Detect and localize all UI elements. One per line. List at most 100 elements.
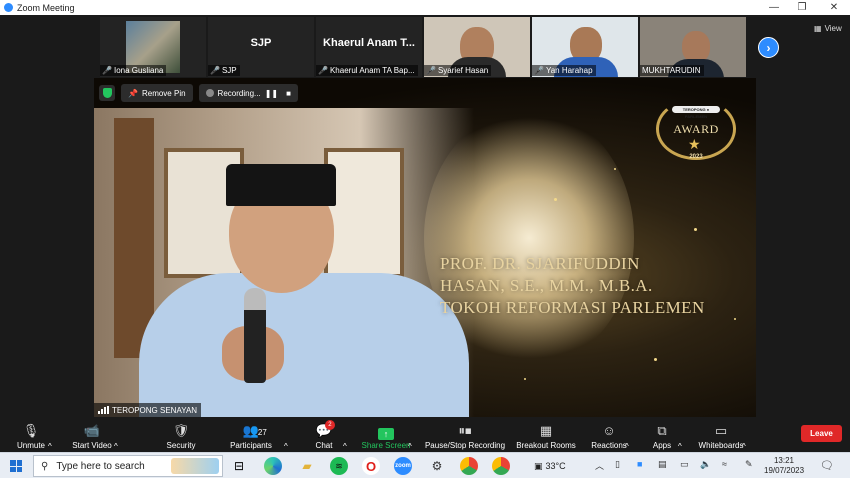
zoom-app-icon[interactable]: zoom — [394, 457, 412, 475]
weather-icon: ▣ — [534, 460, 543, 471]
clock-date: 19/07/2023 — [764, 466, 805, 475]
whiteboards-options-caret[interactable]: ^ — [742, 419, 746, 451]
microphone — [244, 288, 266, 383]
caption-line: HASAN, S.E., M.M., M.B.A. — [440, 276, 653, 295]
notification-center-icon[interactable]: 🗨 — [820, 459, 834, 472]
pen-icon[interactable]: ✎ — [745, 459, 753, 470]
participant-tile[interactable]: 🎤 Yan Harahap — [532, 17, 638, 77]
grid-icon: ▦ — [814, 23, 822, 33]
participant-name: Syarief Hasan — [437, 66, 489, 75]
chat-options-caret[interactable]: ^ — [343, 419, 347, 451]
chrome-icon[interactable] — [492, 457, 510, 475]
participant-tile[interactable]: 🎤 Syarief Hasan — [424, 17, 530, 77]
tray-device-icon[interactable]: ▤ — [658, 459, 667, 470]
weather-widget[interactable]: ▣ 33°C — [534, 459, 566, 473]
shield-icon: 🛡 — [172, 423, 190, 438]
settings-gear-icon[interactable]: ⚙ — [428, 457, 446, 475]
search-icon: ⚲ — [41, 460, 49, 472]
record-icon — [205, 89, 214, 97]
mic-off-icon: 🎙 — [22, 423, 40, 438]
encryption-shield-icon[interactable] — [99, 85, 115, 101]
chat-button[interactable]: 💬 2 Chat — [312, 419, 336, 451]
tray-zoom-icon[interactable]: ■ — [637, 459, 642, 469]
gallery-next-button[interactable]: › — [758, 37, 779, 58]
start-video-button[interactable]: 📹 Start Video — [68, 419, 116, 451]
whiteboards-button[interactable]: ▭ Whiteboards — [697, 419, 745, 451]
title-bar: Zoom Meeting — ❐ ✕ — [0, 0, 850, 15]
participants-icon: 👥 27 — [242, 423, 267, 438]
windows-start-button[interactable] — [10, 460, 22, 472]
spotify-icon[interactable]: ≋ — [330, 457, 348, 475]
speaker-volume-icon[interactable]: 🔈 — [700, 459, 711, 470]
apps-icon: ⧉ — [657, 423, 667, 438]
participant-tile[interactable]: Khaerul Anam T... 🎤 Khaerul Anam TA Bap..… — [316, 17, 422, 77]
view-label: View — [824, 23, 842, 33]
tray-app-icon[interactable]: ▯ — [615, 459, 620, 470]
task-view-icon[interactable]: ⊟ — [230, 457, 248, 475]
stop-recording-button[interactable]: ■ — [286, 89, 291, 98]
video-options-caret[interactable]: ^ — [114, 419, 118, 451]
participants-options-caret[interactable]: ^ — [284, 419, 288, 451]
video-off-icon: 📹 — [83, 423, 101, 438]
audio-options-caret[interactable]: ^ — [48, 419, 52, 451]
video-overlay-controls: 📌 Remove Pin Recording... ❚❚ ■ — [99, 84, 298, 102]
participant-tile[interactable]: MUKHTARUDIN — [640, 17, 746, 77]
participant-name: Iona Gusliana — [113, 66, 164, 75]
speaker-name-label: TEROPONG SENAYAN — [94, 403, 202, 417]
participant-name: SJP — [221, 66, 237, 75]
battery-icon[interactable]: ▭ — [680, 459, 689, 470]
apps-button[interactable]: ⧉ Apps — [651, 419, 673, 451]
unmute-button[interactable]: 🎙 Unmute — [14, 419, 48, 451]
share-screen-icon: ↑ — [378, 428, 394, 440]
participant-tile[interactable]: 🎤 Iona Gusliana — [100, 17, 206, 77]
share-screen-button[interactable]: ↑ Share Screen — [362, 419, 410, 451]
file-explorer-icon[interactable]: ▰ — [298, 457, 316, 475]
pause-stop-recording-button[interactable]: ⏸⏹ Pause/Stop Recording — [424, 419, 506, 451]
breakout-rooms-button[interactable]: ▦ Breakout Rooms — [515, 419, 577, 451]
leave-button[interactable]: Leave — [801, 425, 842, 442]
signal-bars-icon — [98, 406, 109, 414]
mic-muted-icon: 🎤 — [534, 66, 544, 75]
breakout-rooms-icon: ▦ — [539, 423, 553, 438]
windows-taskbar: ⚲ Type here to search ⊟ ▰ ≋ O zoom ⚙ ▣ 3… — [0, 452, 850, 478]
mic-muted-icon: 🎤 — [102, 66, 112, 75]
window-title: Zoom Meeting — [17, 2, 75, 13]
meeting-toolbar: 🎙 Unmute ^ 📹 Start Video ^ 🛡 Security 👥 2… — [0, 417, 850, 452]
opera-icon[interactable]: O — [362, 457, 380, 475]
view-button[interactable]: ▦ View — [814, 22, 842, 34]
mic-muted-icon: 🎤 — [210, 66, 220, 75]
caption-line: TOKOH REFORMASI PARLEMEN — [440, 298, 705, 317]
pinned-video[interactable]: TEROPONG ● PARLEMEN AWARD ★ 2023 PROF. D… — [94, 78, 756, 417]
edge-browser-icon[interactable] — [264, 457, 282, 475]
reactions-icon: ☺ — [602, 423, 616, 438]
participant-name: MUKHTARUDIN — [642, 66, 701, 75]
pause-recording-button[interactable]: ❚❚ — [265, 89, 278, 98]
taskbar-clock[interactable]: 13:21 19/07/2023 — [764, 456, 804, 476]
peci-cap — [226, 164, 336, 206]
reactions-options-caret[interactable]: ^ — [625, 419, 629, 451]
share-options-caret[interactable]: ^ — [408, 419, 412, 451]
minimize-button[interactable]: — — [760, 0, 788, 15]
restore-button[interactable]: ❐ — [788, 0, 816, 15]
participant-gallery-strip: 🎤 Iona Gusliana SJP 🎤 SJP Khaerul Anam T..… — [0, 15, 850, 78]
security-button[interactable]: 🛡 Security — [164, 419, 198, 451]
award-logo: TEROPONG ● PARLEMEN AWARD ★ 2023 — [654, 96, 738, 168]
chrome-profile-icon[interactable] — [460, 457, 478, 475]
mic-muted-icon: 🎤 — [426, 66, 436, 75]
remove-pin-button[interactable]: 📌 Remove Pin — [121, 84, 193, 102]
participants-button[interactable]: 👥 27 Participants — [228, 419, 274, 451]
pause-stop-icon: ⏸⏹ — [458, 423, 472, 438]
caption-line: PROF. DR. SJARIFUDDIN — [440, 254, 640, 273]
wifi-icon[interactable]: ≈ — [722, 459, 727, 469]
close-button[interactable]: ✕ — [820, 0, 848, 15]
chat-unread-badge: 2 — [324, 420, 335, 430]
search-highlight-image — [171, 458, 219, 474]
mic-muted-icon: 🎤 — [318, 66, 328, 75]
apps-options-caret[interactable]: ^ — [678, 419, 682, 451]
zoom-logo-icon — [4, 3, 13, 12]
participant-tile[interactable]: SJP 🎤 SJP — [208, 17, 314, 77]
participant-name: Yan Harahap — [545, 66, 593, 75]
reactions-button[interactable]: ☺ Reactions — [590, 419, 628, 451]
tray-overflow-chevron-icon[interactable]: ︿ — [595, 459, 604, 472]
taskbar-search-box[interactable]: ⚲ Type here to search — [33, 455, 223, 477]
